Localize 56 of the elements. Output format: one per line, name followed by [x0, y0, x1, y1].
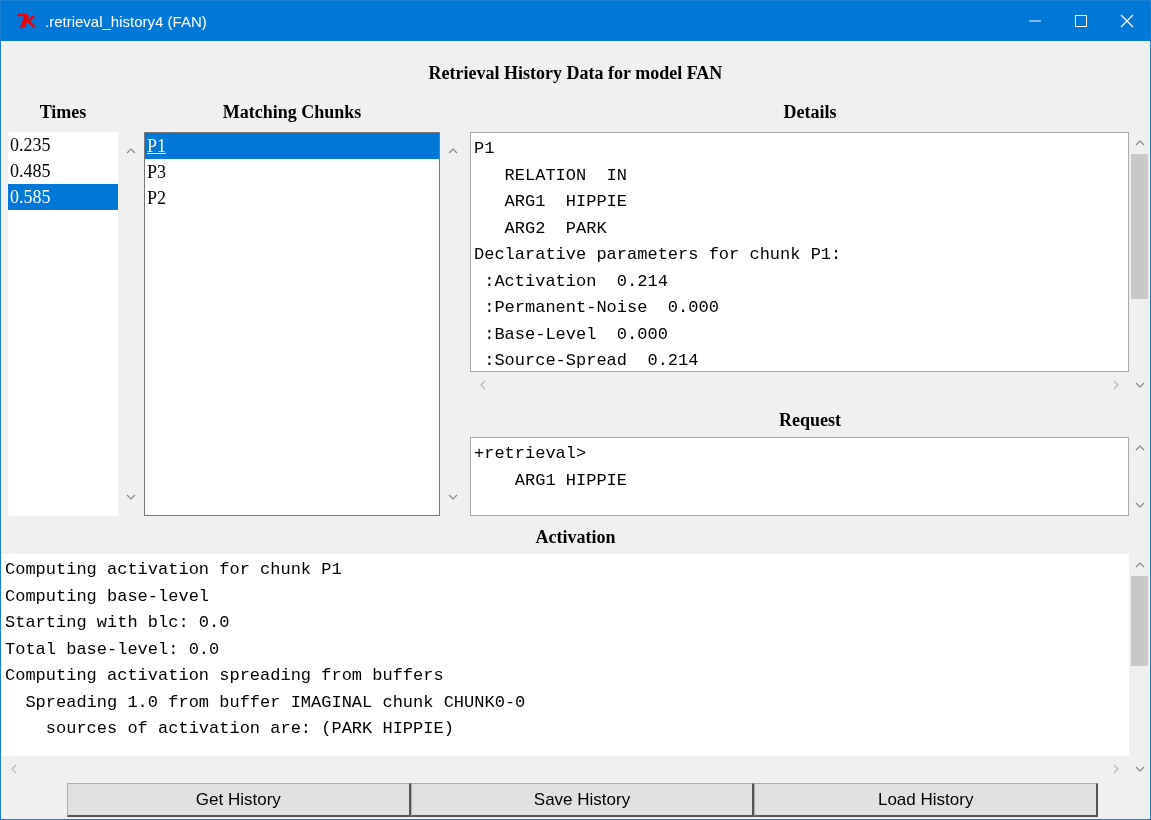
scroll-up-icon[interactable] [1134, 445, 1145, 451]
scroll-down-icon[interactable] [1134, 765, 1145, 772]
section-heading: Request [778, 409, 842, 432]
chunk-item[interactable]: P2 [145, 185, 439, 211]
maximize-icon[interactable] [1074, 14, 1088, 28]
scroll-left-icon[interactable] [480, 379, 486, 390]
activation-line: Computing base-level [5, 585, 211, 608]
scroll-up-icon[interactable] [1134, 140, 1145, 146]
details-line: :Permanent-Noise 0.000 [483, 297, 720, 319]
request-line: +retrieval> [474, 443, 588, 465]
scroll-down-icon[interactable] [1134, 502, 1145, 508]
details-line: ARG2 PARK [503, 217, 608, 240]
scroll-up-icon[interactable] [448, 148, 458, 154]
time-item[interactable]: 0.485 [8, 158, 118, 184]
scrollbar-thumb[interactable] [1131, 154, 1148, 299]
scroll-left-icon[interactable] [11, 763, 17, 774]
activation-line: sources of activation are: (PARK HIPPIE) [44, 718, 455, 740]
chunk-item[interactable]: P3 [145, 159, 439, 185]
window-heading: Retrieval History Data for model FAN [427, 62, 724, 85]
history-button[interactable]: Load History [754, 783, 1098, 817]
details-line: RELATION IN [503, 164, 629, 187]
activation-line: Computing activation spreading from buffers [5, 665, 445, 687]
scroll-right-icon[interactable] [1113, 379, 1119, 390]
scrollbar-thumb[interactable] [1131, 576, 1148, 666]
column-heading: Times [38, 101, 88, 124]
column-heading: Matching Chunks [221, 101, 363, 124]
scroll-down-icon[interactable] [126, 494, 136, 500]
activation-line: Computing activation for chunk P1 [5, 559, 343, 581]
scroll-right-icon[interactable] [1113, 763, 1119, 774]
history-button[interactable]: Get History [67, 783, 411, 817]
close-icon[interactable] [1120, 14, 1134, 28]
column-heading: Details [782, 101, 838, 124]
window-title: .retrieval_history4 (FAN) [45, 12, 208, 30]
activation-line: Starting with blc: 0.0 [5, 612, 231, 634]
time-item[interactable]: 0.235 [8, 132, 118, 158]
details-line: :Source-Spread 0.214 [483, 350, 700, 371]
request-line: ARG1 HIPPIE [513, 469, 629, 492]
activation-line: Spreading 1.0 from buffer IMAGINAL chunk CHUNK0-0 [24, 691, 527, 714]
details-line: ARG1 HIPPIE [503, 191, 629, 213]
feather-logo-icon [15, 12, 37, 30]
details-line: P1 [474, 138, 496, 160]
details-text-area[interactable]: P1 RELATION IN ARG1 HIPPIE ARG2 PARK Declarative parameters for chunk P1: :Activation 0.214 :Permanent-Noise 0.000 :Base-Level 0.000 :Source-Spread 0.214 [470, 132, 1129, 372]
section-heading: Activation [534, 526, 617, 549]
activation-line: Total base-level: 0.0 [5, 638, 221, 661]
scroll-down-icon[interactable] [448, 494, 458, 500]
activation-text-area[interactable] [1, 554, 1129, 756]
history-button[interactable]: Save History [410, 783, 755, 817]
scroll-down-icon[interactable] [1134, 381, 1145, 388]
details-line: :Base-Level 0.000 [483, 323, 669, 346]
details-line: :Activation 0.214 [483, 270, 669, 293]
time-item[interactable]: 0.585 [8, 184, 118, 210]
scroll-up-icon[interactable] [126, 148, 136, 154]
chunk-item[interactable]: P1 [145, 133, 439, 159]
scroll-up-icon[interactable] [1134, 562, 1145, 568]
details-line: Declarative parameters for chunk P1: [474, 244, 843, 266]
request-text-area[interactable]: +retrieval> ARG1 HIPPIE [470, 437, 1129, 516]
